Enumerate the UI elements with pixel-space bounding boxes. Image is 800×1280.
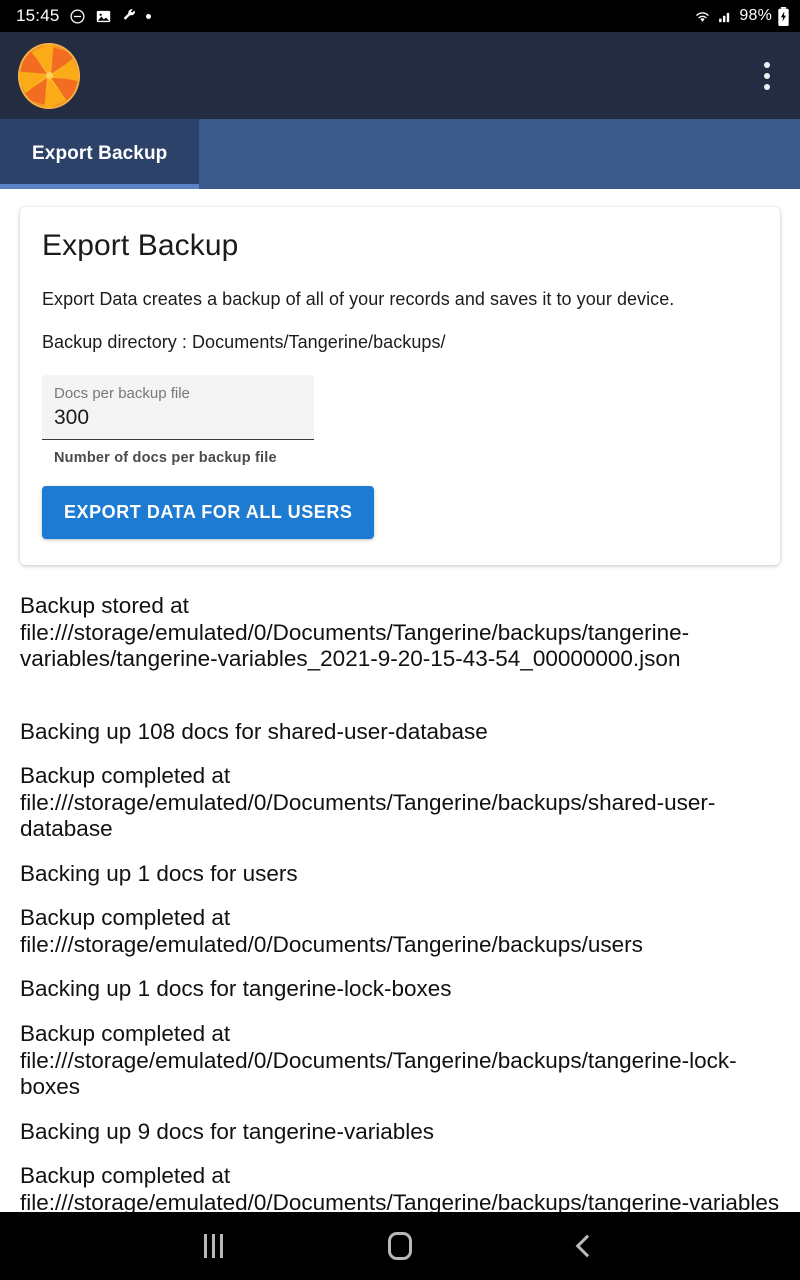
backup-directory-label: Backup directory : Documents/Tangerine/b… — [42, 332, 446, 352]
log-entry: Backing up 1 docs for users — [20, 860, 298, 886]
recents-icon[interactable] — [177, 1222, 249, 1270]
battery-charging-icon — [777, 6, 790, 26]
page-title: Export Backup — [42, 229, 239, 262]
wifi-icon — [693, 8, 712, 25]
log-entry: Backup stored at file:///storage/emulate… — [20, 593, 690, 672]
status-bar: 15:45 98% — [0, 0, 800, 32]
docs-per-backup-file-input[interactable] — [54, 406, 302, 430]
battery-percent-label: 98% — [739, 7, 772, 24]
cellular-signal-icon — [717, 8, 734, 25]
log-entry: Backup completed at file:///storage/emul… — [20, 763, 716, 842]
export-description: Export Data creates a backup of all of y… — [42, 289, 675, 309]
docs-per-backup-file-label: Docs per backup file — [54, 385, 190, 402]
tab-label: Export Backup — [32, 143, 168, 164]
do-not-disturb-icon — [69, 8, 86, 25]
log-entry: Backup completed at file:///storage/emul… — [20, 1163, 780, 1212]
log-entry: Backing up 108 docs for shared-user-data… — [20, 718, 488, 744]
dot-icon — [145, 13, 151, 19]
backup-log: Backup stored at file:///storage/emulate… — [0, 565, 800, 1212]
export-data-for-all-users-button[interactable]: EXPORT DATA FOR ALL USERS — [42, 486, 375, 539]
status-bar-clock: 15:45 — [16, 6, 60, 25]
wrench-icon — [121, 8, 137, 24]
phone-screen: 15:45 98% Export Backup Export Backup Ex… — [0, 0, 800, 1280]
android-navigation-bar — [0, 1212, 800, 1280]
status-bar-right: 98% — [693, 6, 790, 26]
home-icon[interactable] — [364, 1222, 436, 1270]
more-vertical-icon[interactable] — [756, 54, 778, 98]
tangerine-logo-icon — [20, 44, 78, 107]
main-content: Export Backup Export Data creates a back… — [0, 189, 800, 1212]
docs-per-backup-file-field[interactable]: Docs per backup file — [42, 375, 314, 440]
log-entry: Backing up 9 docs for tangerine-variable… — [20, 1118, 434, 1144]
status-bar-left: 15:45 — [16, 6, 151, 26]
log-entry: Backup completed at file:///storage/emul… — [20, 905, 643, 957]
log-entry: Backing up 1 docs for tangerine-lock-box… — [20, 976, 452, 1002]
app-bar — [0, 32, 800, 119]
tab-bar: Export Backup — [0, 119, 800, 189]
tab-active-indicator — [0, 184, 200, 189]
log-entry: Backup completed at file:///storage/emul… — [20, 1021, 737, 1100]
export-backup-card: Export Backup Export Data creates a back… — [20, 207, 780, 565]
image-icon — [95, 8, 112, 25]
log-entry-spacer — [20, 691, 780, 719]
back-icon[interactable] — [551, 1222, 623, 1270]
tab-export-backup[interactable]: Export Backup — [0, 119, 200, 189]
docs-per-backup-file-hint: Number of docs per backup file — [54, 450, 277, 466]
